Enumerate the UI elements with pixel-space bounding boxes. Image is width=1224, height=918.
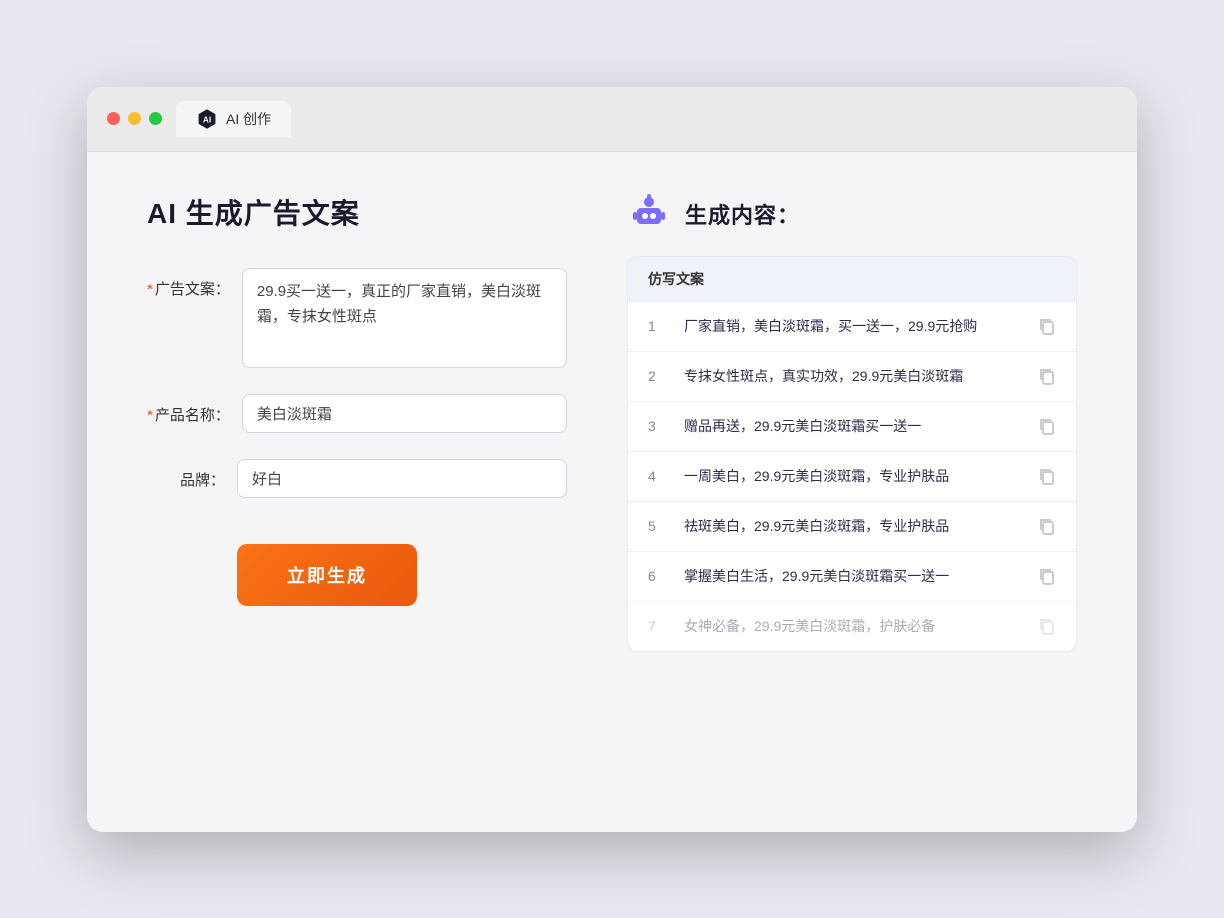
result-text: 专抹女性斑点，真实功效，29.9元美白淡斑霜: [684, 366, 1022, 387]
copy-icon[interactable]: [1038, 317, 1056, 335]
copy-icon[interactable]: [1038, 417, 1056, 435]
table-row: 1 厂家直销，美白淡斑霜，买一送一，29.9元抢购: [628, 301, 1076, 351]
table-row: 2 专抹女性斑点，真实功效，29.9元美白淡斑霜: [628, 351, 1076, 401]
browser-content: AI 生成广告文案 *广告文案： *产品名称： 品牌： 立即生成: [87, 152, 1137, 832]
copy-icon[interactable]: [1038, 567, 1056, 585]
result-number: 2: [648, 368, 668, 384]
tab-title: AI 创作: [226, 109, 271, 129]
table-row: 7 女神必备，29.9元美白淡斑霜，护肤必备: [628, 601, 1076, 651]
close-button[interactable]: [107, 112, 120, 125]
page-title: AI 生成广告文案: [147, 192, 567, 232]
result-text: 赠品再送，29.9元美白淡斑霜买一送一: [684, 416, 1022, 437]
ai-tab[interactable]: AI AI 创作: [176, 101, 291, 137]
browser-window: AI AI 创作 AI 生成广告文案 *广告文案： *产品名称：: [87, 87, 1137, 832]
table-row: 6 掌握美白生活，29.9元美白淡斑霜买一送一: [628, 551, 1076, 601]
copy-icon[interactable]: [1038, 467, 1056, 485]
result-text: 厂家直销，美白淡斑霜，买一送一，29.9元抢购: [684, 316, 1022, 337]
required-star-ad: *: [147, 281, 153, 298]
ai-tab-icon: AI: [196, 108, 218, 130]
results-table: 仿写文案 1 厂家直销，美白淡斑霜，买一送一，29.9元抢购 2 专抹女性斑点，…: [627, 256, 1077, 652]
results-header: 生成内容：: [627, 192, 1077, 236]
table-header: 仿写文案: [628, 257, 1076, 301]
traffic-lights: [107, 112, 162, 125]
result-number: 1: [648, 318, 668, 334]
result-text: 女神必备，29.9元美白淡斑霜，护肤必备: [684, 616, 1022, 637]
result-number: 3: [648, 418, 668, 434]
result-number: 4: [648, 468, 668, 484]
brand-label: 品牌：: [147, 459, 237, 490]
result-text: 掌握美白生活，29.9元美白淡斑霜买一送一: [684, 566, 1022, 587]
table-row: 4 一周美白，29.9元美白淡斑霜，专业护肤品: [628, 451, 1076, 501]
right-panel: 生成内容： 仿写文案 1 厂家直销，美白淡斑霜，买一送一，29.9元抢购 2 专…: [607, 192, 1077, 792]
product-name-input[interactable]: [242, 394, 567, 433]
results-title: 生成内容：: [685, 198, 800, 230]
product-name-row: *产品名称：: [147, 394, 567, 433]
result-text: 祛斑美白，29.9元美白淡斑霜，专业护肤品: [684, 516, 1022, 537]
table-row: 5 祛斑美白，29.9元美白淡斑霜，专业护肤品: [628, 501, 1076, 551]
robot-icon: [627, 192, 671, 236]
minimize-button[interactable]: [128, 112, 141, 125]
svg-text:AI: AI: [203, 115, 211, 124]
ad-copy-input[interactable]: [242, 268, 567, 368]
table-row: 3 赠品再送，29.9元美白淡斑霜买一送一: [628, 401, 1076, 451]
required-star-product: *: [147, 407, 153, 424]
copy-icon[interactable]: [1038, 367, 1056, 385]
brand-row: 品牌：: [147, 459, 567, 498]
ad-copy-row: *广告文案：: [147, 268, 567, 368]
generate-button[interactable]: 立即生成: [237, 544, 417, 606]
result-text: 一周美白，29.9元美白淡斑霜，专业护肤品: [684, 466, 1022, 487]
result-number: 5: [648, 518, 668, 534]
copy-icon[interactable]: [1038, 517, 1056, 535]
browser-titlebar: AI AI 创作: [87, 87, 1137, 152]
result-number: 6: [648, 568, 668, 584]
brand-input[interactable]: [237, 459, 567, 498]
product-name-label: *产品名称：: [147, 394, 242, 425]
maximize-button[interactable]: [149, 112, 162, 125]
ad-copy-label: *广告文案：: [147, 268, 242, 299]
left-panel: AI 生成广告文案 *广告文案： *产品名称： 品牌： 立即生成: [147, 192, 607, 792]
copy-icon[interactable]: [1038, 617, 1056, 635]
result-number: 7: [648, 618, 668, 634]
